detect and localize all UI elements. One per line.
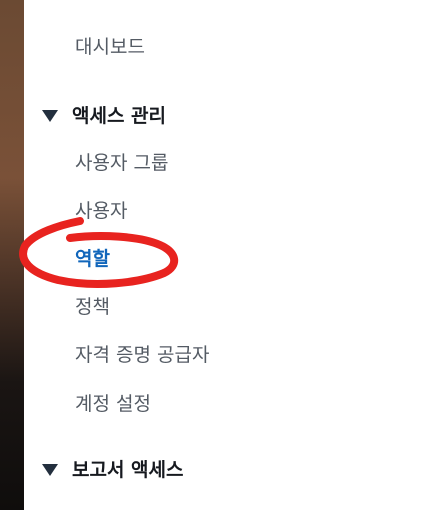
nav-item-users[interactable]: 사용자 xyxy=(75,202,127,221)
section-header-access-management[interactable]: 액세스 관리 xyxy=(42,104,166,128)
nav-item-policies[interactable]: 정책 xyxy=(75,298,110,317)
section-label: 보고서 액세스 xyxy=(72,458,184,481)
caret-down-icon xyxy=(42,464,58,476)
section-label: 액세스 관리 xyxy=(72,104,167,127)
nav-item-identity-providers[interactable]: 자격 증명 공급자 xyxy=(75,346,209,365)
nav-item-roles[interactable]: 역할 xyxy=(75,250,110,269)
nav-item-account-settings[interactable]: 계정 설정 xyxy=(75,395,151,414)
nav-item-dashboard[interactable]: 대시보드 xyxy=(75,38,145,57)
navigation-sidebar: 대시보드 액세스 관리 사용자 그룹 사용자 역할 정책 자격 증명 공급자 계… xyxy=(24,0,424,510)
caret-down-icon xyxy=(42,110,58,122)
nav-item-user-groups[interactable]: 사용자 그룹 xyxy=(75,154,168,173)
background-photo-edge xyxy=(0,0,24,510)
section-header-access-reports[interactable]: 보고서 액세스 xyxy=(42,458,184,482)
